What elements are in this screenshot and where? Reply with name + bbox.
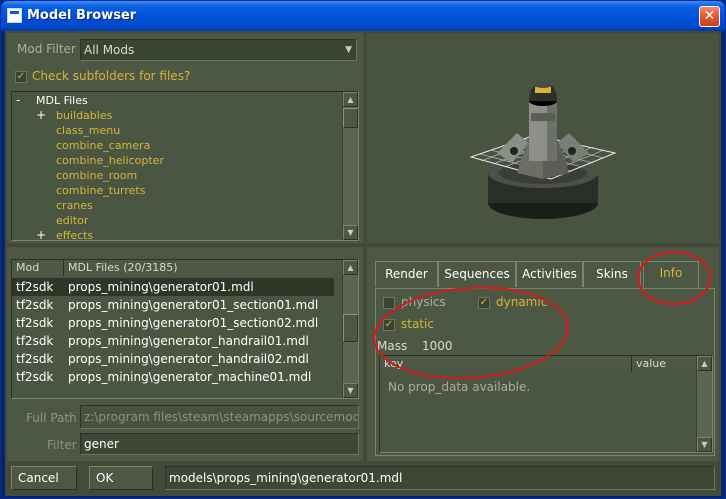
row-file: props_mining\generator01.mdl [68, 280, 254, 294]
scroll-thumb[interactable] [343, 314, 358, 342]
scroll-thumb[interactable] [343, 108, 358, 128]
cancel-button[interactable]: Cancel [11, 466, 77, 490]
list-item[interactable]: tf2sdk props_mining\generator01_section0… [12, 314, 337, 332]
filter-label: Filter [47, 438, 77, 452]
arrow-up-icon[interactable]: ▲ [343, 92, 358, 107]
ok-button[interactable]: OK [89, 466, 153, 490]
column-header-files[interactable]: MDL Files (20/3185) [64, 260, 344, 276]
arrow-down-icon[interactable]: ▼ [343, 225, 358, 240]
arrow-down-icon[interactable]: ▼ [343, 383, 358, 398]
chevron-down-icon: ▼ [345, 45, 352, 55]
tree-item-label: cranes [56, 199, 93, 212]
mdl-file-list[interactable]: Mod MDL Files (20/3185) tf2sdk props_min… [11, 259, 359, 399]
list-item[interactable]: tf2sdk props_mining\generator_handrail01… [12, 332, 337, 350]
tree-scrollbar[interactable]: ▲ ▼ [342, 92, 358, 240]
tree-collapse-icon[interactable]: - [16, 93, 20, 108]
tree-item-label: combine_room [56, 169, 138, 182]
row-file: props_mining\generator_handrail02.mdl [68, 352, 309, 366]
client-area: Mod Filter All Mods ▼ ✓ Check subfolders… [5, 31, 721, 496]
physics-checkbox[interactable] [383, 297, 395, 309]
mod-filter-dropdown[interactable]: All Mods ▼ [80, 39, 357, 61]
column-header-mod[interactable]: Mod [12, 260, 64, 276]
tree-item-label: combine_turrets [56, 184, 146, 197]
list-item[interactable]: tf2sdk props_mining\generator01_section0… [12, 296, 337, 314]
tree-expand-icon[interactable]: + [36, 108, 46, 123]
prop-table-scrollbar[interactable]: ▲ ▼ [696, 356, 712, 452]
tab-sequences[interactable]: Sequences [438, 261, 516, 287]
tree-item-label: effects [56, 229, 94, 241]
row-mod: tf2sdk [16, 280, 54, 294]
tab-render[interactable]: Render [375, 261, 438, 287]
row-mod: tf2sdk [16, 352, 54, 366]
arrow-up-icon[interactable]: ▲ [343, 260, 358, 275]
mod-filter-label: Mod Filter [17, 42, 76, 56]
window-title: Model Browser [27, 8, 137, 23]
column-header-value[interactable]: value [632, 356, 696, 372]
tab-activities[interactable]: Activities [516, 261, 583, 287]
title-bar[interactable]: Model Browser ✕ [1, 1, 725, 31]
tree-item-label: combine_camera [56, 139, 151, 152]
arrow-up-icon[interactable]: ▲ [697, 356, 712, 371]
tree-item-label: buildables [56, 109, 113, 122]
check-subfolders-label[interactable]: Check subfolders for files? [32, 69, 190, 83]
tree-root-label: MDL Files [36, 94, 88, 107]
arrow-down-icon[interactable]: ▼ [697, 437, 712, 452]
empty-message: No prop_data available. [388, 380, 531, 394]
model-preview-panel[interactable] [367, 33, 719, 243]
mod-filter-value: All Mods [84, 43, 135, 57]
model-preview-render [469, 82, 617, 219]
full-path-field[interactable]: z:\program files\steam\steamapps\sourcem… [80, 405, 359, 429]
row-file: props_mining\generator_handrail01.mdl [68, 334, 309, 348]
left-bottom-panel: Mod MDL Files (20/3185) tf2sdk props_min… [7, 247, 363, 461]
tree-expand-icon[interactable]: + [36, 228, 46, 240]
annotation-circle-info-tab [637, 251, 711, 305]
list-item[interactable]: tf2sdk props_mining\generator_machine01.… [12, 368, 337, 386]
properties-panel: Render Sequences Activities Skins Info p… [367, 247, 719, 461]
tree-item-label: combine_helicopter [56, 154, 164, 167]
list-item[interactable]: tf2sdk props_mining\generator_handrail02… [12, 350, 337, 368]
row-mod: tf2sdk [16, 316, 54, 330]
window-icon [7, 8, 22, 23]
mdl-tree-view[interactable]: - MDL Files + buildables class_menu comb… [11, 91, 359, 241]
model-browser-window: Model Browser ✕ Mod Filter All Mods ▼ ✓ … [0, 0, 726, 499]
check-icon: ✓ [16, 71, 26, 82]
row-mod: tf2sdk [16, 370, 54, 384]
left-top-panel: Mod Filter All Mods ▼ ✓ Check subfolders… [7, 33, 363, 243]
filter-input[interactable]: gener [80, 433, 359, 455]
list-item[interactable]: tf2sdk props_mining\generator01.mdl [12, 278, 334, 296]
row-mod: tf2sdk [16, 298, 54, 312]
full-path-label: Full Path [26, 411, 77, 425]
file-list-scrollbar[interactable]: ▲ ▼ [342, 260, 358, 398]
check-subfolders-checkbox[interactable]: ✓ [15, 71, 27, 83]
tab-skins[interactable]: Skins [583, 261, 641, 287]
row-mod: tf2sdk [16, 334, 54, 348]
tree-item-label: class_menu [56, 124, 121, 137]
list-header: Mod MDL Files (20/3185) [12, 260, 344, 276]
model-path-field[interactable]: models\props_mining\generator01.mdl [165, 466, 715, 490]
row-file: props_mining\generator01_section01.mdl [68, 298, 319, 312]
bottom-bar: Cancel OK models\props_mining\generator0… [7, 463, 719, 493]
close-icon[interactable]: ✕ [699, 6, 720, 27]
row-file: props_mining\generator_machine01.mdl [68, 370, 312, 384]
row-file: props_mining\generator01_section02.mdl [68, 316, 319, 330]
tree-item-label: editor [56, 214, 89, 227]
